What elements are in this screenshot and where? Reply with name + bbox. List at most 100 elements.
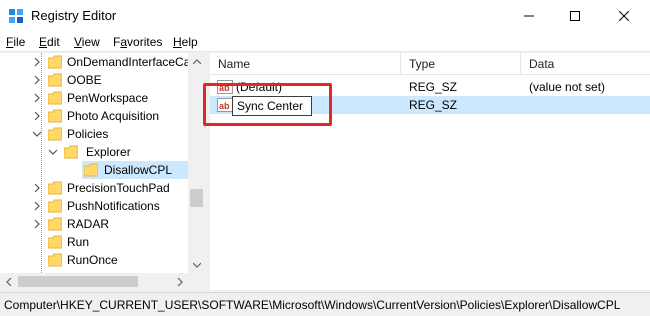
tree-item-ondemandinterfaceca[interactable]: OnDemandInterfaceCa (0, 53, 190, 71)
folder-open-icon (48, 127, 62, 141)
scroll-right-button[interactable] (171, 273, 188, 290)
folder-icon (48, 73, 62, 87)
scroll-thumb[interactable] (190, 189, 203, 207)
key-path: Computer\HKEY_CURRENT_USER\SOFTWARE\Micr… (4, 298, 621, 312)
chevron-right-icon[interactable] (32, 201, 42, 211)
tree-item-precisiontouchpad[interactable]: PrecisionTouchPad (0, 179, 190, 197)
close-button[interactable] (598, 0, 650, 32)
tree-horizontal-scrollbar[interactable] (0, 273, 205, 290)
folder-open-icon (64, 145, 78, 159)
column-divider[interactable] (520, 53, 521, 75)
scroll-down-button[interactable] (188, 256, 205, 273)
tree-vertical-scrollbar[interactable] (188, 53, 205, 273)
chevron-right-icon[interactable] (32, 183, 42, 193)
tree-label: PenWorkspace (67, 91, 149, 105)
chevron-down-icon[interactable] (48, 147, 58, 157)
chevron-right-icon[interactable] (32, 93, 42, 103)
scroll-up-button[interactable] (188, 53, 205, 70)
column-type[interactable]: Type (409, 57, 435, 71)
tree-label: Photo Acquisition (67, 109, 160, 123)
tree-label: Run (67, 235, 90, 249)
column-data[interactable]: Data (529, 57, 554, 71)
value-row-default[interactable]: ab (Default) REG_SZ (value not set) (210, 78, 650, 96)
tree-item-oobe[interactable]: OOBE (0, 71, 190, 89)
registry-editor-icon (9, 9, 23, 23)
menu-view-rest: iew (81, 35, 100, 49)
scroll-left-button[interactable] (0, 273, 17, 290)
menu-edit[interactable]: Edit (39, 35, 60, 49)
value-name: (Default) (236, 80, 283, 94)
chevron-down-icon[interactable] (32, 129, 42, 139)
value-data: (value not set) (529, 80, 606, 94)
hscroll-thumb[interactable] (18, 276, 138, 287)
menu-help-mnemonic: H (173, 35, 182, 49)
folder-icon (48, 253, 62, 267)
title-bar: Registry Editor (0, 0, 650, 32)
menu-edit-mnemonic: E (39, 35, 48, 49)
maximize-button[interactable] (552, 0, 598, 32)
menu-edit-rest: dit (47, 35, 60, 49)
menu-view-mnemonic: V (74, 35, 82, 49)
tree-item-policies[interactable]: Policies (0, 125, 190, 143)
svg-text:ab: ab (219, 83, 230, 93)
column-divider[interactable] (400, 53, 401, 75)
tree-item-runonce[interactable]: RunOnce (0, 251, 190, 269)
minimize-button[interactable] (506, 0, 552, 32)
folder-icon (48, 217, 62, 231)
folder-icon (48, 235, 62, 249)
close-icon (619, 11, 629, 21)
tree-item-photo-acquisition[interactable]: Photo Acquisition (0, 107, 190, 125)
chevron-down-icon (192, 262, 201, 268)
tree-item-pushnotifications[interactable]: PushNotifications (0, 197, 190, 215)
menu-help[interactable]: Help (173, 35, 198, 49)
menu-bar: File Edit View Favorites Help (0, 32, 650, 52)
menu-file[interactable]: File (6, 35, 25, 49)
string-value-icon: ab (217, 80, 233, 94)
window-title: Registry Editor (31, 8, 117, 23)
tree-label: OnDemandInterfaceCa (67, 55, 191, 69)
folder-icon (48, 91, 62, 105)
tree-item-penworkspace[interactable]: PenWorkspace (0, 89, 190, 107)
tree-item-disallowcpl[interactable]: DisallowCPL (82, 161, 188, 179)
folder-icon (48, 199, 62, 213)
svg-text:ab: ab (219, 101, 230, 111)
rename-value-input[interactable]: Sync Center (232, 96, 312, 116)
menu-favorites-rest: vorites (127, 35, 163, 49)
tree-label: Explorer (86, 145, 131, 159)
tree-item-radar[interactable]: RADAR (0, 215, 190, 233)
chevron-right-icon[interactable] (32, 75, 42, 85)
tree-item-explorer[interactable]: Explorer (0, 143, 190, 161)
values-list[interactable]: Name Type Data ab (Default) REG_SZ (valu… (210, 53, 650, 290)
chevron-left-icon (5, 277, 11, 286)
chevron-up-icon (192, 58, 201, 64)
string-value-icon: ab (217, 98, 233, 112)
list-header: Name Type Data (210, 53, 650, 75)
folder-icon (84, 163, 98, 177)
key-tree[interactable]: OnDemandInterfaceCa OOBE PenWorkspace Ph… (0, 53, 205, 273)
tree-label: Policies (67, 127, 109, 141)
chevron-right-icon (177, 277, 183, 286)
tree-label: OOBE (67, 73, 102, 87)
menu-help-rest: elp (181, 35, 198, 49)
chevron-right-icon[interactable] (32, 57, 42, 67)
tree-item-run[interactable]: Run (0, 233, 190, 251)
maximize-icon (570, 11, 580, 21)
menu-view[interactable]: View (74, 35, 100, 49)
tree-label: RADAR (67, 217, 110, 231)
value-type: REG_SZ (409, 80, 458, 94)
tree-label: RunOnce (67, 253, 118, 267)
tree-label: PrecisionTouchPad (67, 181, 170, 195)
folder-icon (48, 109, 62, 123)
column-name[interactable]: Name (218, 57, 250, 71)
menu-favorites[interactable]: Favorites (113, 35, 162, 49)
folder-icon (48, 55, 62, 69)
tree-label: PushNotifications (67, 199, 160, 213)
tree-label: DisallowCPL (104, 163, 173, 177)
value-type: REG_SZ (409, 98, 458, 112)
menu-file-rest: ile (13, 35, 26, 49)
chevron-right-icon[interactable] (32, 219, 42, 229)
chevron-right-icon[interactable] (32, 111, 42, 121)
minimize-icon (524, 15, 534, 17)
folder-icon (48, 181, 62, 195)
status-bar: Computer\HKEY_CURRENT_USER\SOFTWARE\Micr… (0, 292, 650, 316)
